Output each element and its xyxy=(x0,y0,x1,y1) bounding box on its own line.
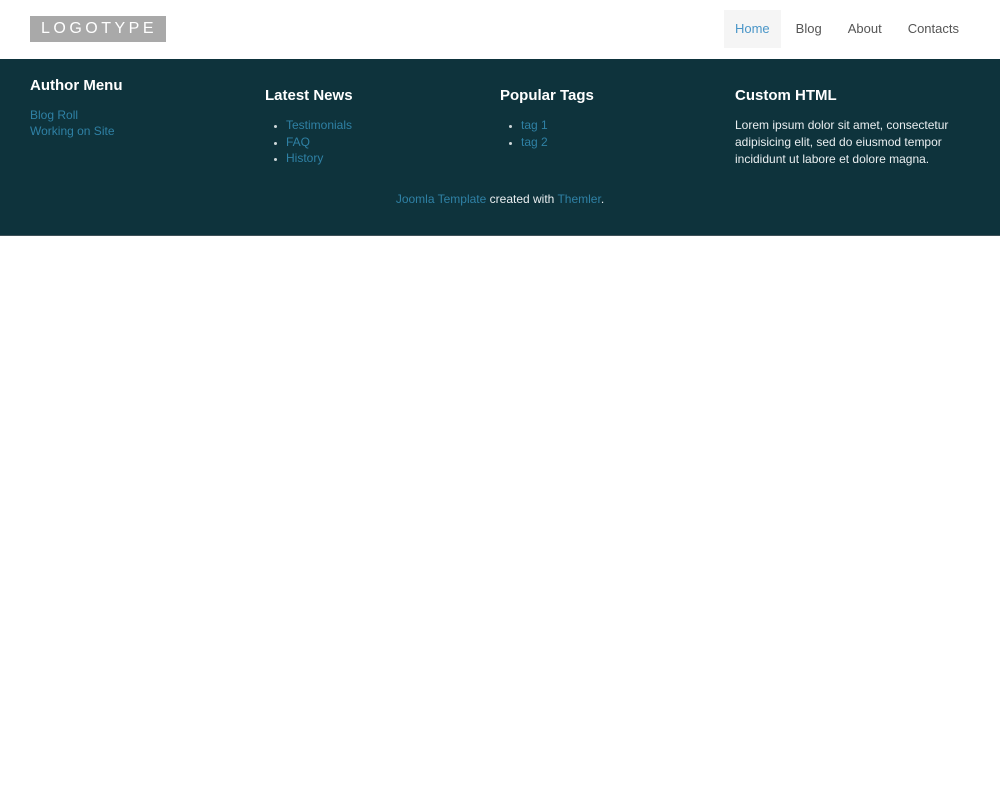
themler-link[interactable]: Themler xyxy=(557,192,600,206)
nav-item-contacts[interactable]: Contacts xyxy=(897,10,970,48)
footer-column-author-menu: Author Menu Blog Roll Working on Site xyxy=(30,78,265,168)
footer-link-testimonials[interactable]: Testimonials xyxy=(286,118,352,132)
list-item: FAQ xyxy=(286,134,486,151)
footer-link-history[interactable]: History xyxy=(286,151,323,165)
credit-text: created with xyxy=(486,192,558,206)
site-logo[interactable]: LOGOTYPE xyxy=(30,16,167,42)
column-title-author-menu: Author Menu xyxy=(30,77,123,94)
list-item: tag 2 xyxy=(521,134,721,151)
nav-item-blog[interactable]: Blog xyxy=(785,10,833,48)
footer-link-tag-2[interactable]: tag 2 xyxy=(521,135,548,149)
footer-columns: Author Menu Blog Roll Working on Site La… xyxy=(30,59,970,168)
column-title-popular-tags: Popular Tags xyxy=(500,87,594,104)
popular-tags-list: tag 1 tag 2 xyxy=(500,117,721,150)
column-title-custom-html: Custom HTML xyxy=(735,87,837,104)
nav-item-home[interactable]: Home xyxy=(723,10,781,48)
column-title-latest-news: Latest News xyxy=(265,87,353,104)
footer-column-latest-news: Latest News Testimonials FAQ History xyxy=(265,78,500,168)
footer-link-faq[interactable]: FAQ xyxy=(286,135,310,149)
credit-suffix: . xyxy=(600,192,605,206)
list-item: History xyxy=(286,150,486,167)
latest-news-list: Testimonials FAQ History xyxy=(265,117,486,167)
list-item: Testimonials xyxy=(286,117,486,134)
footer-link-working-on-site[interactable]: Working on Site xyxy=(30,123,251,139)
footer-link-blog-roll[interactable]: Blog Roll xyxy=(30,107,251,123)
empty-content-area xyxy=(0,236,1000,801)
footer-link-tag-1[interactable]: tag 1 xyxy=(521,118,548,132)
custom-html-text: Lorem ipsum dolor sit amet, consectetur … xyxy=(735,118,949,166)
main-nav: Home Blog About Contacts xyxy=(720,10,970,48)
footer-column-popular-tags: Popular Tags tag 1 tag 2 xyxy=(500,78,735,168)
list-item: tag 1 xyxy=(521,117,721,134)
joomla-template-link[interactable]: Joomla Template xyxy=(396,192,487,206)
site-header: LOGOTYPE Home Blog About Contacts xyxy=(0,0,1000,59)
footer-column-custom-html: Custom HTML Lorem ipsum dolor sit amet, … xyxy=(735,78,970,168)
footer-credit: Joomla Template created with Themler. xyxy=(30,192,970,206)
author-menu-links: Blog Roll Working on Site xyxy=(30,107,251,139)
nav-item-about[interactable]: About xyxy=(837,10,893,48)
footer-section: Author Menu Blog Roll Working on Site La… xyxy=(0,59,1000,236)
